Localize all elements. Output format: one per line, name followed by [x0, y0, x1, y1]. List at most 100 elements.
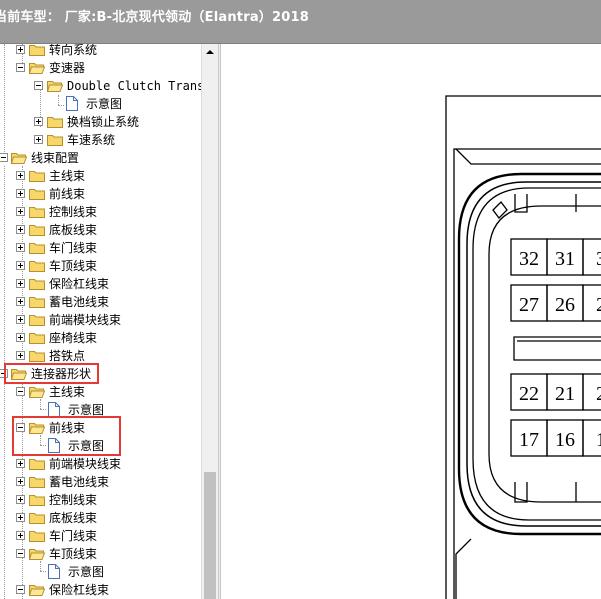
- expand-toggle[interactable]: [16, 261, 25, 270]
- folder-icon: [29, 477, 45, 488]
- expand-toggle[interactable]: [16, 333, 25, 342]
- folder-open-icon: [47, 81, 63, 92]
- folder-icon: [29, 189, 45, 200]
- expand-toggle[interactable]: [16, 531, 25, 540]
- tree-item[interactable]: 车门线束: [0, 239, 201, 257]
- connector-diagram: 32 31 3 27 26 2 22 21 2 17 16 1: [445, 95, 601, 599]
- tree-item[interactable]: 主线束: [0, 383, 201, 401]
- diagram-viewer[interactable]: 32 31 3 27 26 2 22 21 2 17 16 1: [221, 44, 601, 599]
- tree-item-label: 车顶线束: [49, 547, 98, 561]
- folder-open-icon: [11, 153, 27, 164]
- tree-item-label: 控制线束: [49, 493, 98, 507]
- tree-item[interactable]: 转向系统: [0, 44, 201, 59]
- tree-item[interactable]: 保险杠线束: [0, 275, 201, 293]
- tree-item[interactable]: 线束配置: [0, 149, 201, 167]
- pin-label: 32: [519, 248, 539, 270]
- tree-item-label: 主线束: [49, 385, 86, 399]
- expand-toggle[interactable]: [16, 279, 25, 288]
- expand-toggle[interactable]: [16, 297, 25, 306]
- tree-item-label: 示意图: [86, 97, 123, 111]
- expand-toggle[interactable]: [16, 459, 25, 468]
- tree-item[interactable]: 前线束: [0, 185, 201, 203]
- collapse-toggle[interactable]: [16, 549, 25, 558]
- folder-open-icon: [29, 585, 45, 596]
- tree-item-label: 座椅线束: [49, 331, 98, 345]
- folder-icon: [29, 243, 45, 254]
- expand-toggle[interactable]: [34, 117, 43, 126]
- tree-item-label: 保险杠线束: [49, 583, 110, 597]
- expand-toggle[interactable]: [16, 243, 25, 252]
- tree-item[interactable]: 主线束: [0, 167, 201, 185]
- expand-toggle[interactable]: [16, 477, 25, 486]
- tree-item[interactable]: 示意图: [0, 95, 201, 113]
- document-icon: [48, 402, 60, 417]
- expand-toggle[interactable]: [34, 135, 43, 144]
- collapse-toggle[interactable]: [16, 387, 25, 396]
- folder-icon: [29, 513, 45, 524]
- tree-item[interactable]: 前端模块线束: [0, 311, 201, 329]
- tree-item-label: Double Clutch Transmission: [67, 79, 201, 93]
- tree-item-label: 主线束: [49, 169, 86, 183]
- folder-open-icon: [29, 387, 45, 398]
- scroll-up-button[interactable]: [202, 44, 218, 60]
- tree-item[interactable]: 蓄电池线束: [0, 293, 201, 311]
- tree-item[interactable]: 控制线束: [0, 491, 201, 509]
- folder-icon: [47, 135, 63, 146]
- tree-item[interactable]: 底板线束: [0, 509, 201, 527]
- folder-icon: [29, 225, 45, 236]
- highlight-box: [4, 363, 99, 384]
- tree-view[interactable]: 转向系统 变速器 Double Clutch Transmission 示意图 …: [0, 44, 201, 599]
- tree-item-label: 底板线束: [49, 223, 98, 237]
- tree-item[interactable]: 车顶线束: [0, 257, 201, 275]
- expand-toggle[interactable]: [16, 171, 25, 180]
- tree-item-label: 蓄电池线束: [49, 295, 110, 309]
- tree-item-label: 前端模块线束: [49, 313, 122, 327]
- expand-toggle[interactable]: [16, 45, 25, 54]
- expand-toggle[interactable]: [16, 315, 25, 324]
- pin-label: 21: [555, 383, 575, 405]
- collapse-toggle[interactable]: [16, 63, 25, 72]
- tree-item[interactable]: 示意图: [0, 563, 201, 581]
- tree-item-label: 搭铁点: [49, 349, 86, 363]
- tree-item[interactable]: 换档锁止系统: [0, 113, 201, 131]
- tree-item[interactable]: 座椅线束: [0, 329, 201, 347]
- tree-item-label: 车顶线束: [49, 259, 98, 273]
- tree-item[interactable]: Double Clutch Transmission: [0, 77, 201, 95]
- scroll-thumb[interactable]: [204, 472, 216, 599]
- tree-item[interactable]: 变速器: [0, 59, 201, 77]
- folder-icon: [29, 495, 45, 506]
- tree-item[interactable]: 车门线束: [0, 527, 201, 545]
- expand-toggle[interactable]: [16, 495, 25, 504]
- pin-label: 26: [555, 294, 575, 316]
- collapse-toggle[interactable]: [34, 81, 43, 90]
- tree-item-label: 车门线束: [49, 241, 98, 255]
- tree-item[interactable]: 控制线束: [0, 203, 201, 221]
- tree-item[interactable]: 保险杠线束: [0, 581, 201, 599]
- tree-item[interactable]: 前端模块线束: [0, 455, 201, 473]
- tree-item-label: 前端模块线束: [49, 457, 122, 471]
- collapse-toggle[interactable]: [0, 153, 8, 162]
- pin-label: 3: [596, 248, 601, 270]
- collapse-toggle[interactable]: [16, 585, 25, 594]
- folder-open-icon: [29, 63, 45, 74]
- tree-item-label: 转向系统: [49, 44, 98, 57]
- pin-label: 31: [555, 248, 575, 270]
- expand-toggle[interactable]: [16, 513, 25, 522]
- folder-icon: [29, 279, 45, 290]
- expand-toggle[interactable]: [16, 225, 25, 234]
- tree-item-label: 保险杠线束: [49, 277, 110, 291]
- folder-icon: [29, 333, 45, 344]
- expand-toggle[interactable]: [16, 207, 25, 216]
- tree-item[interactable]: 底板线束: [0, 221, 201, 239]
- tree-item[interactable]: 车顶线束: [0, 545, 201, 563]
- title-bar: 当前车型： 厂家:B-北京现代领动（Elantra）2018: [0, 0, 601, 44]
- tree-item[interactable]: 车速系统: [0, 131, 201, 149]
- folder-icon: [29, 315, 45, 326]
- folder-open-icon: [29, 549, 45, 560]
- window-title: 当前车型： 厂家:B-北京现代领动（Elantra）2018: [0, 10, 309, 25]
- tree-item-label: 底板线束: [49, 511, 98, 525]
- expand-toggle[interactable]: [16, 351, 25, 360]
- expand-toggle[interactable]: [16, 189, 25, 198]
- vertical-scrollbar[interactable]: [201, 44, 218, 599]
- tree-item[interactable]: 蓄电池线束: [0, 473, 201, 491]
